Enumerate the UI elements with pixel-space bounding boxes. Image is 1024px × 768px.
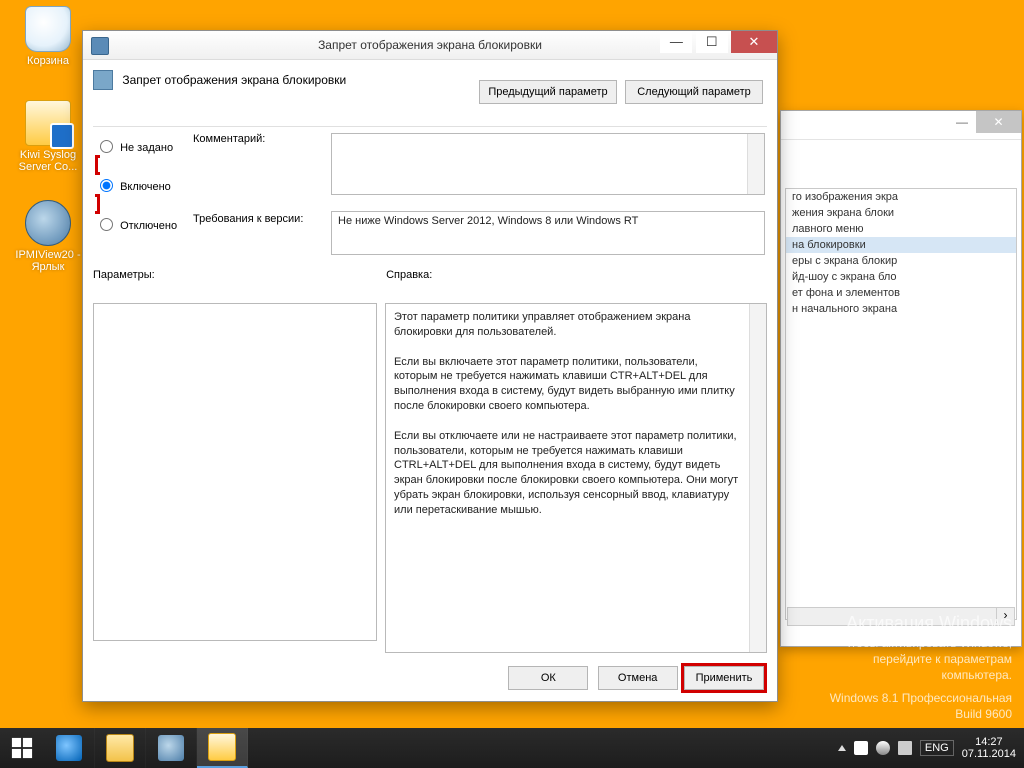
apply-button[interactable]: Применить: [684, 666, 764, 690]
prev-setting-button[interactable]: Предыдущий параметр: [479, 80, 617, 104]
vertical-scrollbar[interactable]: [749, 304, 766, 652]
desktop-icon-syslog[interactable]: Kiwi Syslog Server Co...: [10, 100, 86, 173]
ok-button[interactable]: ОК: [508, 666, 588, 690]
taskbar-item-app1[interactable]: [146, 728, 197, 768]
highlight-apply: Применить: [681, 663, 767, 693]
list-item[interactable]: го изображения экра: [786, 189, 1016, 205]
taskbar-item-explorer[interactable]: [95, 728, 146, 768]
policy-icon: [93, 70, 113, 90]
vertical-scrollbar[interactable]: [747, 134, 764, 194]
radio-enabled[interactable]: Включено: [95, 176, 187, 193]
list-item[interactable]: лавного меню: [786, 221, 1016, 237]
maximize-button[interactable]: ☐: [696, 31, 728, 53]
titlebar[interactable]: Запрет отображения экрана блокировки — ☐…: [83, 31, 777, 60]
policy-header: Запрет отображения экрана блокировки: [122, 73, 346, 87]
policy-window: Запрет отображения экрана блокировки — ☐…: [82, 30, 778, 702]
clock[interactable]: 14:27 07.11.2014: [962, 736, 1016, 760]
list-item[interactable]: н начального экрана: [786, 301, 1016, 317]
highlight-enabled: Включено: [95, 155, 187, 214]
list-item[interactable]: йд-шоу с экрана бло: [786, 269, 1016, 285]
desktop-icon-label: Kiwi Syslog Server Co...: [10, 149, 86, 173]
desktop-icon-label: IPMIView20 - Ярлык: [10, 249, 86, 273]
list-item[interactable]: ет фона и элементов: [786, 285, 1016, 301]
taskbar-item-app2[interactable]: [197, 728, 248, 768]
radio-not-configured[interactable]: Не задано: [95, 137, 187, 154]
help-text: Этот параметр политики управляет отображ…: [385, 303, 767, 653]
cancel-button[interactable]: Отмена: [598, 666, 678, 690]
list-item[interactable]: жения экрана блоки: [786, 205, 1016, 221]
requirements-text: Не ниже Windows Server 2012, Windows 8 и…: [331, 211, 765, 255]
radio-disabled[interactable]: Отключено: [95, 215, 187, 232]
app-icon: [208, 733, 236, 761]
background-window: ✕ — го изображения экра жения экрана бло…: [780, 110, 1022, 647]
parameters-label: Параметры:: [93, 269, 383, 281]
tray-overflow-icon[interactable]: [838, 745, 846, 751]
ipmi-icon: [25, 200, 71, 246]
volume-icon[interactable]: [898, 741, 912, 755]
desktop-icon-label: Корзина: [10, 55, 86, 67]
windows-icon: [11, 737, 33, 759]
list-item[interactable]: еры с экрана блокир: [786, 253, 1016, 269]
close-icon[interactable]: ✕: [976, 111, 1021, 133]
ie-icon: [56, 735, 82, 761]
system-tray: ENG 14:27 07.11.2014: [838, 728, 1024, 768]
start-button[interactable]: [0, 728, 44, 768]
policy-icon: [91, 37, 109, 55]
help-label: Справка:: [386, 269, 432, 281]
taskbar-item-ie[interactable]: [44, 728, 95, 768]
taskbar: ENG 14:27 07.11.2014: [0, 728, 1024, 768]
syslog-icon: [25, 100, 71, 146]
desktop-icon-ipmi[interactable]: IPMIView20 - Ярлык: [10, 200, 86, 273]
recycle-bin-icon: [25, 6, 71, 52]
minimize-icon[interactable]: —: [948, 111, 976, 133]
next-setting-button[interactable]: Следующий параметр: [625, 80, 763, 104]
comment-textarea[interactable]: [331, 133, 765, 195]
explorer-icon: [106, 734, 134, 762]
network-icon[interactable]: [876, 741, 890, 755]
background-list[interactable]: го изображения экра жения экрана блоки л…: [785, 188, 1017, 620]
requirements-label: Требования к версии:: [193, 213, 303, 225]
activation-watermark: Активация Windows Чтобы активировать Win…: [830, 611, 1012, 722]
close-button[interactable]: ✕: [731, 31, 777, 53]
app-icon: [158, 735, 184, 761]
flag-icon[interactable]: [854, 741, 868, 755]
language-indicator[interactable]: ENG: [920, 740, 954, 756]
desktop-icon-recycle[interactable]: Корзина: [10, 6, 86, 67]
parameters-panel: [93, 303, 377, 641]
list-item[interactable]: на блокировки: [786, 237, 1016, 253]
comment-label: Комментарий:: [193, 133, 265, 145]
minimize-button[interactable]: —: [660, 31, 692, 53]
